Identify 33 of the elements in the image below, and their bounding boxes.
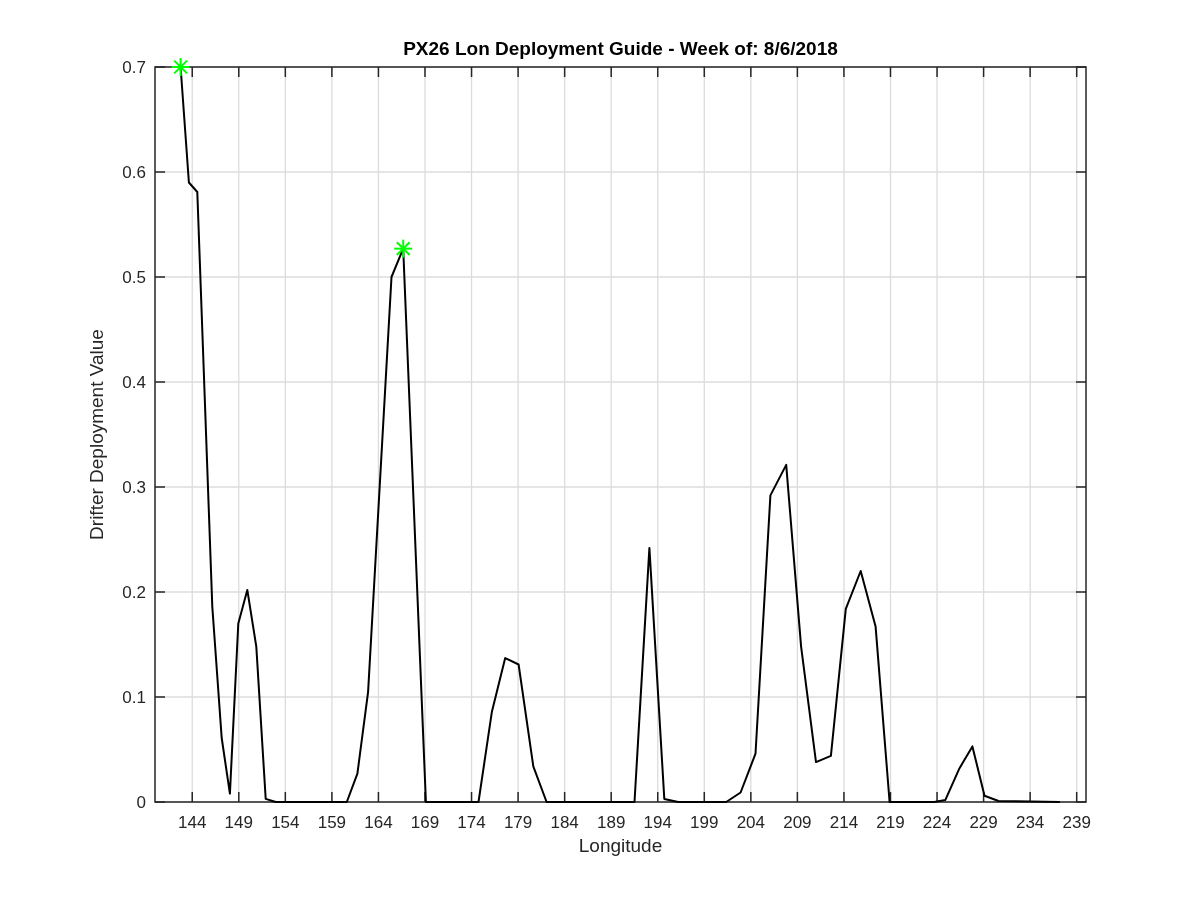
- y-tick-label: 0.3: [122, 478, 146, 497]
- x-tick-label: 194: [643, 813, 672, 832]
- x-tick-label: 154: [271, 813, 300, 832]
- x-tick-label: 219: [876, 813, 905, 832]
- x-tick-label: 209: [783, 813, 812, 832]
- chart-title: PX26 Lon Deployment Guide - Week of: 8/6/2018: [403, 38, 838, 59]
- y-tick-label: 0.7: [122, 58, 146, 77]
- x-tick-label: 149: [224, 813, 253, 832]
- x-tick-label: 224: [922, 813, 952, 832]
- x-tick-label: 204: [736, 813, 766, 832]
- x-tick-label: 164: [364, 813, 393, 832]
- x-tick-label: 169: [410, 813, 440, 832]
- x-tick-label: 199: [690, 813, 719, 832]
- y-tick-label: 0.4: [122, 373, 146, 392]
- y-tick-label: 0: [136, 793, 146, 812]
- x-tick-label: 234: [1015, 813, 1045, 832]
- x-axis-label: Longitude: [578, 835, 663, 856]
- x-tick-label: 179: [503, 813, 533, 832]
- y-tick-label: 0.1: [122, 688, 146, 707]
- x-tick-label: 189: [597, 813, 626, 832]
- x-tick-label: 184: [550, 813, 579, 832]
- x-tick-label: 144: [178, 813, 207, 832]
- y-tick-label: 0.6: [122, 163, 146, 182]
- y-tick-label: 0.2: [122, 583, 146, 602]
- y-tick-label: 0.5: [122, 268, 146, 287]
- data-marker: [170, 57, 191, 77]
- x-tick-label: 159: [317, 813, 347, 832]
- x-tick-label: 214: [829, 813, 859, 832]
- x-tick-label: 174: [457, 813, 486, 832]
- data-marker: [393, 238, 414, 259]
- x-tick-label: 229: [969, 813, 998, 832]
- y-axis-label: Drifter Deployment Value: [86, 329, 107, 540]
- x-tick-label: 239: [1062, 813, 1091, 832]
